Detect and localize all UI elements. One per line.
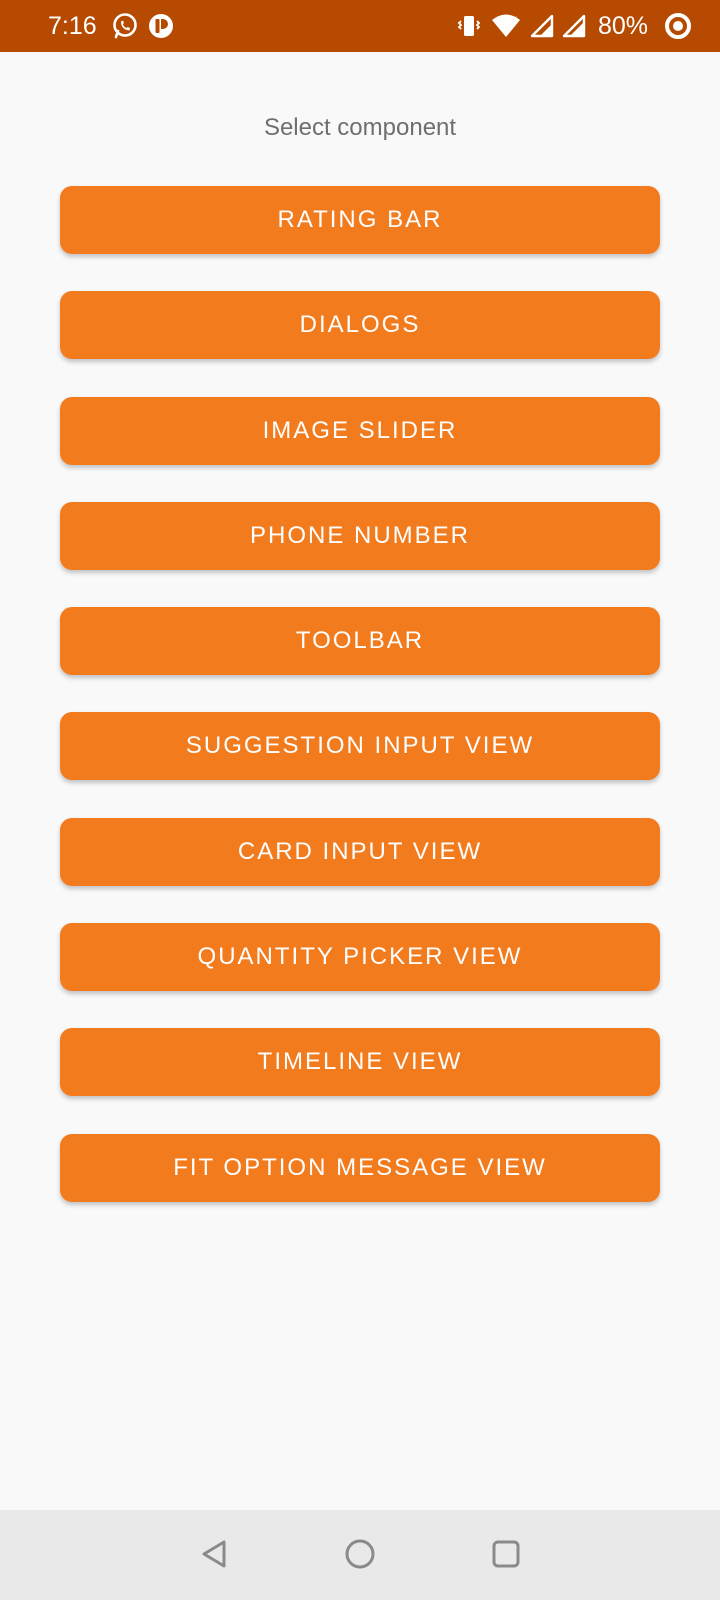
home-icon [344,1538,376,1575]
recents-button[interactable] [482,1532,530,1580]
wifi-icon: x [490,13,522,39]
status-time: 7:16 [48,11,97,40]
card-input-view-button[interactable]: CARD INPUT VIEW [60,817,660,886]
svg-text:x: x [512,14,517,25]
recents-icon [491,1539,521,1574]
vibrate-icon [456,13,482,39]
app-notification-icon [147,12,175,40]
battery-percentage: 80% [597,11,648,40]
component-button-list: RATING BAR DIALOGS IMAGE SLIDER PHONE NU… [60,186,660,1239]
back-icon [199,1538,229,1575]
quantity-picker-view-button[interactable]: QUANTITY PICKER VIEW [60,923,660,992]
home-button[interactable] [336,1532,384,1580]
signal-icon-2 [562,14,586,38]
main-content: Select component RATING BAR DIALOGS IMAG… [0,52,720,1510]
back-button[interactable] [190,1532,238,1580]
dialogs-button[interactable]: DIALOGS [60,291,660,360]
signal-icon [530,14,554,38]
toolbar-button[interactable]: TOOLBAR [60,607,660,676]
phone-number-button[interactable]: PHONE NUMBER [60,501,660,570]
suggestion-input-view-button[interactable]: SUGGESTION INPUT VIEW [60,712,660,781]
page-title: Select component [263,114,457,141]
status-bar: 7:16 x 80% [0,0,720,52]
status-right: x 80% [448,12,692,41]
rating-bar-button[interactable]: RATING BAR [60,186,660,254]
timeline-view-button[interactable]: TIMELINE VIEW [60,1028,660,1097]
status-left: 7:16 [48,12,183,41]
battery-ring-icon [664,12,692,40]
navigation-bar [0,1510,720,1600]
whatsapp-icon [111,12,139,40]
image-slider-button[interactable]: IMAGE SLIDER [60,396,660,465]
fit-option-message-view-button[interactable]: FIT OPTION MESSAGE VIEW [60,1133,660,1202]
